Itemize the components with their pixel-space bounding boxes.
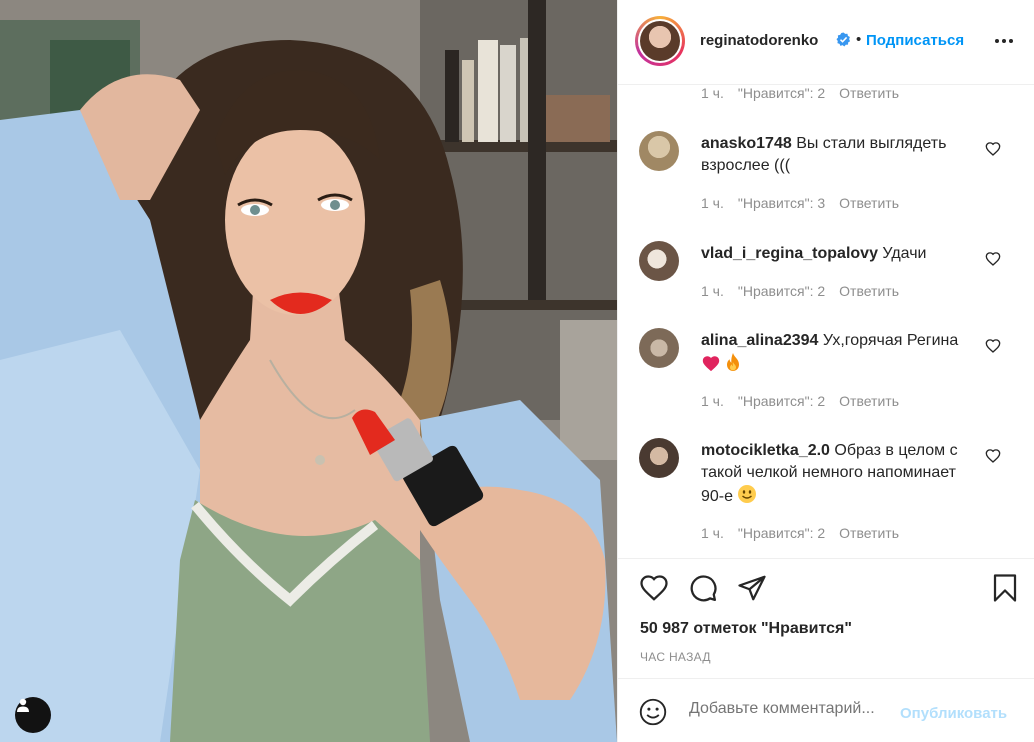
post-timestamp[interactable]: ЧАС НАЗАД xyxy=(640,650,711,664)
commenter-avatar[interactable] xyxy=(639,438,679,478)
commenter-avatar[interactable] xyxy=(639,131,679,171)
comment-likes[interactable]: "Нравится": 2 xyxy=(738,85,825,101)
like-heart-icon[interactable] xyxy=(639,573,669,603)
reply-button[interactable]: Ответить xyxy=(839,85,899,101)
reply-button[interactable]: Ответить xyxy=(839,393,899,409)
comment-text: Удачи xyxy=(882,245,927,262)
author-username[interactable]: reginatodorenko xyxy=(700,32,818,49)
comment-like-heart-icon[interactable] xyxy=(985,338,1001,354)
comment-likes[interactable]: "Нравится": 2 xyxy=(738,525,825,541)
comment-likes[interactable]: "Нравится": 3 xyxy=(738,195,825,211)
comment-time: 1 ч. xyxy=(701,195,724,211)
follow-button[interactable]: Подписаться xyxy=(866,32,964,49)
commenter-username[interactable]: anasko1748 xyxy=(701,135,792,152)
header-separator: • xyxy=(856,31,862,48)
comment-time: 1 ч. xyxy=(701,393,724,409)
add-comment-bar: Опубликовать xyxy=(618,678,1034,742)
commenter-username[interactable]: vlad_i_regina_topalovy xyxy=(701,245,878,262)
comment-time: 1 ч. xyxy=(701,283,724,299)
comment-meta: 1 ч. "Нравится": 2 Ответить xyxy=(701,85,899,101)
publish-button[interactable]: Опубликовать xyxy=(900,705,1007,722)
comment-meta: 1 ч. "Нравится": 2 Ответить xyxy=(701,283,899,299)
reply-button[interactable]: Ответить xyxy=(839,525,899,541)
comment-input[interactable] xyxy=(689,700,894,718)
comment-likes[interactable]: "Нравится": 2 xyxy=(738,393,825,409)
comment-meta: 1 ч. "Нравится": 3 Ответить xyxy=(701,195,899,211)
commenter-username[interactable]: alina_alina2394 xyxy=(701,332,818,349)
smiling-face-emoji-icon xyxy=(738,485,757,503)
author-avatar[interactable] xyxy=(635,16,685,66)
comment-time: 1 ч. xyxy=(701,85,724,101)
post-sidebar: reginatodorenko • Подписаться 1 ч. "Нрав… xyxy=(617,0,1034,742)
comment-likes[interactable]: "Нравится": 2 xyxy=(738,283,825,299)
reply-button[interactable]: Ответить xyxy=(839,283,899,299)
photo-illustration xyxy=(0,0,617,742)
comment-bubble-icon[interactable] xyxy=(688,573,718,603)
post-photo[interactable] xyxy=(0,0,617,742)
more-options-icon[interactable] xyxy=(993,30,1015,52)
comments-list[interactable]: 1 ч. "Нравится": 2 Ответить anasko1748 В… xyxy=(618,85,1034,558)
comment-meta: 1 ч. "Нравится": 2 Ответить xyxy=(701,393,899,409)
comment-like-heart-icon[interactable] xyxy=(985,448,1001,464)
post-actions: 50 987 отметок "Нравится" ЧАС НАЗАД xyxy=(618,558,1034,678)
reply-button[interactable]: Ответить xyxy=(839,195,899,211)
likes-count[interactable]: 50 987 отметок "Нравится" xyxy=(640,620,852,638)
tagged-users-button[interactable] xyxy=(15,697,51,733)
red-heart-emoji-icon xyxy=(702,356,720,372)
emoji-picker-icon[interactable] xyxy=(639,698,667,726)
comment-time: 1 ч. xyxy=(701,525,724,541)
commenter-avatar[interactable] xyxy=(639,241,679,281)
share-send-icon[interactable] xyxy=(737,573,767,603)
user-icon xyxy=(17,698,29,712)
verified-badge-icon xyxy=(836,32,851,47)
commenter-avatar[interactable] xyxy=(639,328,679,368)
fire-emoji-icon xyxy=(727,353,740,371)
comment-like-heart-icon[interactable] xyxy=(985,141,1001,157)
post-header: reginatodorenko • Подписаться xyxy=(618,0,1034,85)
commenter-username[interactable]: motocikletka_2.0 xyxy=(701,442,830,459)
comment-meta: 1 ч. "Нравится": 2 Ответить xyxy=(701,525,899,541)
comment-like-heart-icon[interactable] xyxy=(985,251,1001,267)
comment-text: Ух,горячая Регина xyxy=(822,332,959,349)
bookmark-save-icon[interactable] xyxy=(990,573,1020,603)
